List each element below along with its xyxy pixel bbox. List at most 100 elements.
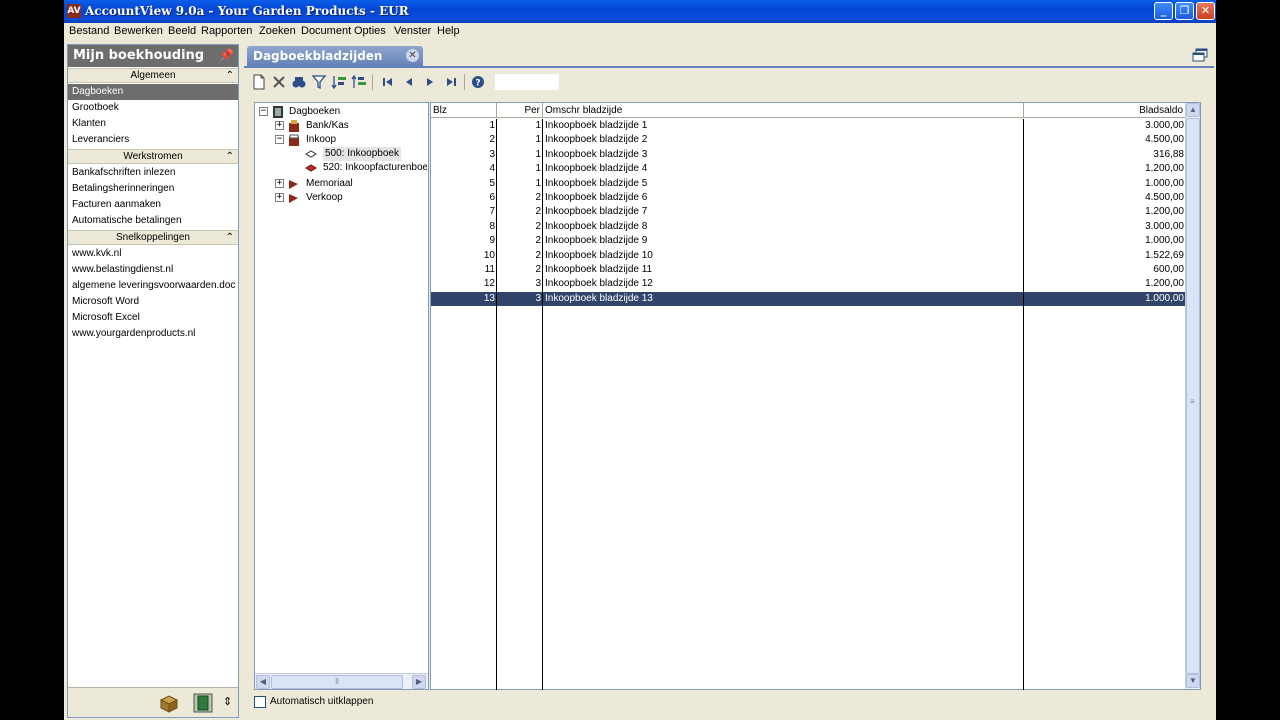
tree-expand-icon[interactable]: + bbox=[275, 121, 284, 130]
sidebar-item-grootboek[interactable]: Grootboek bbox=[68, 100, 238, 116]
table-row[interactable]: 3 1 Inkoopboek bladzijde 3 316,88 bbox=[431, 148, 1186, 162]
prev-icon[interactable] bbox=[400, 73, 418, 91]
tree-node-dagboeken[interactable]: Dagboeken bbox=[289, 105, 340, 119]
menu-help[interactable]: Help bbox=[437, 25, 460, 37]
tree-expand-icon[interactable]: + bbox=[275, 193, 284, 202]
restore-button[interactable]: ❐ bbox=[1175, 2, 1194, 20]
cell-bladsaldo: 1.000,00 bbox=[1145, 292, 1184, 304]
cell-bladsaldo: 1.200,00 bbox=[1145, 206, 1184, 218]
collapse-icon[interactable]: ⌃ bbox=[226, 69, 234, 82]
table-row[interactable]: 7 2 Inkoopboek bladzijde 7 1.200,00 bbox=[431, 205, 1186, 219]
sidebar-item-betalingsherinneringen[interactable]: Betalingsherinneringen bbox=[68, 181, 238, 197]
sidebar-item-leveranciers[interactable]: Leveranciers bbox=[68, 132, 238, 148]
sidebar-item-dagboeken[interactable]: Dagboeken bbox=[68, 84, 238, 100]
tab-dagboekbladzijden[interactable]: Dagboekbladzijden ✕ bbox=[247, 46, 423, 66]
section-werkstromen[interactable]: Werkstromen ⌃ bbox=[68, 149, 238, 164]
table-row[interactable]: 6 2 Inkoopboek bladzijde 6 4.500,00 bbox=[431, 191, 1186, 205]
tree-collapse-icon[interactable]: − bbox=[259, 107, 268, 116]
minimize-button[interactable]: _ bbox=[1154, 2, 1173, 20]
cell-blz: 8 bbox=[489, 220, 495, 232]
table-row[interactable]: 4 1 Inkoopboek bladzijde 4 1.200,00 bbox=[431, 162, 1186, 176]
new-icon[interactable] bbox=[250, 73, 268, 91]
last-icon[interactable] bbox=[442, 73, 460, 91]
window-restore-icon[interactable] bbox=[1192, 48, 1208, 62]
sort-icon[interactable] bbox=[330, 73, 348, 91]
tree-node-inkoop[interactable]: Inkoop bbox=[306, 133, 336, 147]
section-algemeen[interactable]: Algemeen ⌃ bbox=[68, 68, 238, 83]
tree-expand-icon[interactable]: + bbox=[275, 179, 284, 188]
tree-node-verkoop[interactable]: Verkoop bbox=[306, 191, 343, 205]
cell-per: 2 bbox=[535, 220, 541, 232]
tree-horizontal-scrollbar[interactable]: ◀ ⦀ ▶ bbox=[255, 673, 428, 689]
menu-zoeken[interactable]: Zoeken bbox=[259, 25, 296, 37]
collapse-icon[interactable]: ⌃ bbox=[226, 150, 234, 163]
scroll-thumb[interactable]: ⦀ bbox=[271, 675, 403, 689]
table-row[interactable]: 9 2 Inkoopboek bladzijde 9 1.000,00 bbox=[431, 234, 1186, 248]
grid-vertical-scrollbar[interactable]: ▲ ≡ ▼ bbox=[1185, 103, 1200, 689]
sidebar-item-facturen[interactable]: Facturen aanmaken bbox=[68, 197, 238, 213]
sidebar-item-yourgardenproducts[interactable]: www.yourgardenproducts.nl bbox=[68, 326, 238, 342]
column-header-omschr[interactable]: Omschr bladzijde bbox=[543, 103, 1024, 118]
sidebar-item-klanten[interactable]: Klanten bbox=[68, 116, 238, 132]
filter-icon[interactable] bbox=[310, 73, 328, 91]
window-title: AccountView 9.0a - Your Garden Products … bbox=[85, 4, 409, 18]
help-icon[interactable]: ? bbox=[469, 73, 487, 91]
column-header-per[interactable]: Per bbox=[497, 103, 543, 118]
table-row[interactable]: 12 3 Inkoopboek bladzijde 12 1.200,00 bbox=[431, 277, 1186, 291]
section-label: Snelkoppelingen bbox=[116, 232, 190, 243]
sidebar-item-belastingdienst[interactable]: www.belastingdienst.nl bbox=[68, 262, 238, 278]
tree-node-500-inkoopboek[interactable]: 500: Inkoopboek bbox=[323, 147, 401, 161]
column-header-blz[interactable]: Blz bbox=[431, 103, 497, 118]
sidebar-item-leveringsvoorwaarden[interactable]: algemene leveringsvoorwaarden.doc bbox=[68, 278, 238, 294]
more-options-icon[interactable]: ⇕ bbox=[223, 695, 232, 708]
sidebar-item-excel[interactable]: Microsoft Excel bbox=[68, 310, 238, 326]
app-window: AV AccountView 9.0a - Your Garden Produc… bbox=[64, 0, 1216, 720]
tab-close-icon[interactable]: ✕ bbox=[406, 49, 419, 62]
table-row[interactable]: 5 1 Inkoopboek bladzijde 5 1.000,00 bbox=[431, 177, 1186, 191]
scroll-thumb[interactable]: ≡ bbox=[1186, 118, 1200, 674]
auto-expand-checkbox[interactable] bbox=[254, 696, 266, 708]
table-row[interactable]: 10 2 Inkoopboek bladzijde 10 1.522,69 bbox=[431, 249, 1186, 263]
menu-rapporten[interactable]: Rapporten bbox=[201, 25, 252, 37]
sort-desc-icon[interactable] bbox=[350, 73, 368, 91]
tree-node-bank-kas[interactable]: Bank/Kas bbox=[306, 119, 349, 133]
scroll-right-icon[interactable]: ▶ bbox=[412, 675, 426, 689]
section-snelkoppelingen[interactable]: Snelkoppelingen ⌃ bbox=[68, 230, 238, 245]
first-icon[interactable] bbox=[379, 73, 397, 91]
scroll-left-icon[interactable]: ◀ bbox=[256, 675, 270, 689]
menu-document[interactable]: Document bbox=[301, 25, 351, 37]
sidebar-item-automatische-betalingen[interactable]: Automatische betalingen bbox=[68, 213, 238, 229]
ledger-icon[interactable] bbox=[192, 692, 214, 714]
menu-bestand[interactable]: Bestand bbox=[69, 25, 109, 37]
menu-opties[interactable]: Opties bbox=[354, 25, 386, 37]
menu-venster[interactable]: Venster bbox=[394, 25, 431, 37]
scroll-up-icon[interactable]: ▲ bbox=[1186, 103, 1200, 117]
sidebar-item-kvk[interactable]: www.kvk.nl bbox=[68, 246, 238, 262]
delete-icon[interactable] bbox=[270, 73, 288, 91]
table-row[interactable]: 13 3 Inkoopboek bladzijde 13 1.000,00 bbox=[431, 291, 1186, 307]
column-header-bladsaldo[interactable]: Bladsaldo bbox=[1024, 103, 1186, 118]
cell-per: 2 bbox=[535, 192, 541, 203]
table-row[interactable]: 8 2 Inkoopboek bladzijde 8 3.000,00 bbox=[431, 220, 1186, 234]
scroll-down-icon[interactable]: ▼ bbox=[1186, 674, 1200, 688]
menu-beeld[interactable]: Beeld bbox=[168, 25, 196, 37]
title-bar[interactable]: AV AccountView 9.0a - Your Garden Produc… bbox=[64, 0, 1216, 23]
menu-bewerken[interactable]: Bewerken bbox=[114, 25, 163, 37]
tree-node-520-inkoopfacturenboek[interactable]: 520: Inkoopfacturenboek bbox=[323, 161, 427, 175]
box-icon[interactable] bbox=[158, 692, 180, 714]
table-row[interactable]: 2 1 Inkoopboek bladzijde 2 4.500,00 bbox=[431, 133, 1186, 147]
close-button[interactable]: ✕ bbox=[1196, 2, 1215, 20]
pin-icon[interactable]: 📌 bbox=[219, 48, 234, 62]
quick-search-input[interactable] bbox=[494, 73, 560, 91]
sidebar-item-word[interactable]: Microsoft Word bbox=[68, 294, 238, 310]
tree-collapse-icon[interactable]: − bbox=[275, 135, 284, 144]
bank-icon bbox=[289, 120, 299, 132]
tree-node-memoriaal[interactable]: Memoriaal bbox=[306, 177, 353, 191]
find-icon[interactable] bbox=[290, 73, 308, 91]
table-row[interactable]: 11 2 Inkoopboek bladzijde 11 600,00 bbox=[431, 263, 1186, 277]
app-icon: AV bbox=[67, 4, 81, 18]
collapse-icon[interactable]: ⌃ bbox=[226, 231, 234, 244]
next-icon[interactable] bbox=[421, 73, 439, 91]
sidebar-item-bankafschriften[interactable]: Bankafschriften inlezen bbox=[68, 165, 238, 181]
table-row[interactable]: 1 1 Inkoopboek bladzijde 1 3.000,00 bbox=[431, 119, 1186, 133]
